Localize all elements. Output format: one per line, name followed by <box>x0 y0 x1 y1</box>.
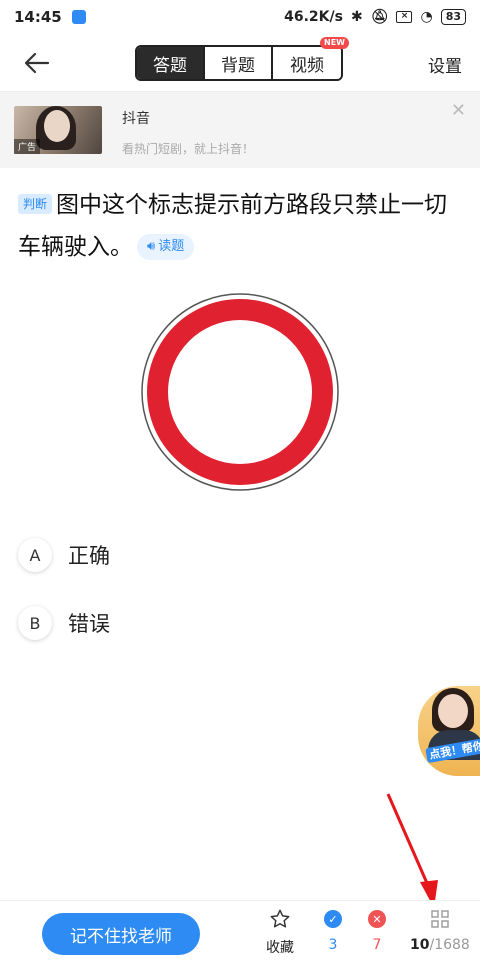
wifi-icon: ◔ <box>420 9 433 25</box>
bottom-bar: 记不住找老师 收藏 ✓ 3 ✕ 7 10/1688 <box>0 900 480 960</box>
network-speed: 46.2K/s <box>284 9 343 25</box>
settings-button[interactable]: 设置 <box>428 52 462 77</box>
favorite-label: 收藏 <box>266 940 294 956</box>
wrong-count-value: 7 <box>372 937 382 953</box>
speaker-icon: 🔊︎ <box>147 239 156 254</box>
correct-count-value: 3 <box>328 937 338 953</box>
question-progress: 10/1688 <box>410 937 470 953</box>
tab-memorize[interactable]: 背题 <box>205 47 273 79</box>
close-icon[interactable]: ✕ <box>451 100 466 121</box>
wrong-count[interactable]: ✕ 7 <box>368 907 386 953</box>
ad-description: 看热门短剧，就上抖音！ <box>122 142 255 156</box>
mode-tabs: 答题 背题 视频 NEW <box>135 37 349 81</box>
option-a-letter: A <box>18 538 52 572</box>
annotation-arrow-icon <box>386 793 438 908</box>
star-icon <box>269 907 291 931</box>
total-questions: /1688 <box>429 937 470 953</box>
option-a[interactable]: A 正确 <box>18 538 110 572</box>
question-text: 图中这个标志提示前方路段只禁止一切车辆驶入。 <box>18 192 448 260</box>
new-badge: NEW <box>320 37 349 49</box>
bluetooth-icon: ✱ <box>350 9 363 25</box>
read-question-button[interactable]: 🔊︎ 读题 <box>137 234 195 260</box>
sim-icon: × <box>396 11 413 23</box>
ad-thumbnail-face <box>44 110 70 142</box>
mute-icon: 🔕︎ <box>370 9 389 25</box>
tab-memorize-label: 背题 <box>221 55 255 76</box>
read-question-label: 读题 <box>158 239 185 254</box>
teacher-float-button[interactable]: 点我！帮你讲 <box>418 686 480 776</box>
current-question-index: 10 <box>410 937 430 953</box>
option-a-text: 正确 <box>68 544 110 568</box>
correct-count[interactable]: ✓ 3 <box>324 907 342 953</box>
header: 答题 背题 视频 NEW 设置 <box>0 34 480 92</box>
tab-answer-label: 答题 <box>153 55 187 76</box>
traffic-sign-image <box>141 293 339 491</box>
teacher-face <box>438 694 468 728</box>
ad-label: 广告 <box>14 139 41 154</box>
status-bar: 14:45 46.2K/s ✱ 🔕︎ × ◔ 83 <box>0 0 480 34</box>
status-right: 46.2K/s ✱ 🔕︎ × ◔ 83 <box>284 0 466 34</box>
question: 判断 图中这个标志提示前方路段只禁止一切车辆驶入。 🔊︎ 读题 <box>18 184 458 268</box>
back-arrow-icon[interactable] <box>20 46 54 80</box>
option-b-text: 错误 <box>68 612 110 636</box>
cross-icon: ✕ <box>368 910 386 928</box>
favorite-button[interactable]: 收藏 <box>266 907 294 957</box>
tab-video-label: 视频 <box>290 55 324 76</box>
tab-video[interactable]: 视频 NEW <box>273 37 349 79</box>
ask-teacher-button[interactable]: 记不住找老师 <box>42 913 200 955</box>
status-time: 14:45 <box>14 8 62 26</box>
ad-banner[interactable]: 广告 抖音 看热门短剧，就上抖音！ ✕ <box>0 92 480 168</box>
check-icon: ✓ <box>324 910 342 928</box>
question-type-tag: 判断 <box>18 194 53 214</box>
grid-icon <box>430 907 450 931</box>
option-b-letter: B <box>18 606 52 640</box>
ask-teacher-label: 记不住找老师 <box>70 926 172 947</box>
question-grid-button[interactable]: 10/1688 <box>410 907 470 953</box>
battery-icon: 83 <box>440 9 466 25</box>
notification-icon <box>71 10 86 24</box>
ad-thumbnail[interactable]: 广告 <box>14 106 102 154</box>
tab-answer[interactable]: 答题 <box>137 47 205 79</box>
ad-title: 抖音 <box>122 111 150 127</box>
option-b[interactable]: B 错误 <box>18 606 110 640</box>
